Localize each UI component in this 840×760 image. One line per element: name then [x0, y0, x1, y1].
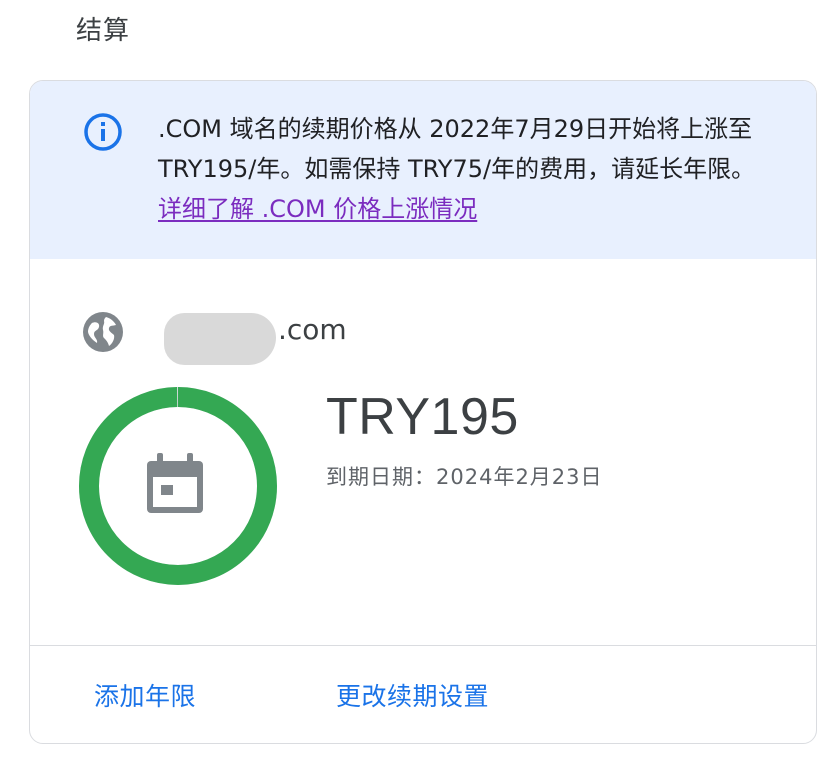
learn-more-link[interactable]: 详细了解 .COM 价格上涨情况 — [158, 195, 477, 223]
info-icon — [84, 113, 122, 151]
domain-suffix: .com — [278, 313, 347, 346]
add-years-button[interactable]: 添加年限 — [94, 677, 196, 713]
renewal-price: TRY195 — [326, 388, 519, 446]
redacted-domain-name — [164, 313, 276, 365]
change-renewal-settings-button[interactable]: 更改续期设置 — [336, 677, 489, 713]
domain-row: .com — [30, 309, 816, 365]
expiry-label: 到期日期： — [326, 465, 436, 489]
billing-card: .COM 域名的续期价格从 2022年7月29日开始将上涨至 TRY195/年。… — [29, 80, 817, 744]
divider — [30, 645, 816, 646]
notice-text: .COM 域名的续期价格从 2022年7月29日开始将上涨至 TRY195/年。… — [158, 115, 756, 183]
expiry-info: 到期日期：2024年2月23日 — [326, 461, 603, 491]
renewal-progress-ring — [79, 387, 277, 585]
price-increase-notice: .COM 域名的续期价格从 2022年7月29日开始将上涨至 TRY195/年。… — [30, 81, 816, 259]
calendar-icon — [147, 453, 203, 513]
notice-message: .COM 域名的续期价格从 2022年7月29日开始将上涨至 TRY195/年。… — [158, 109, 778, 229]
section-title: 结算 — [76, 16, 131, 46]
expiry-date: 2024年2月23日 — [436, 465, 603, 489]
globe-icon — [83, 312, 123, 352]
